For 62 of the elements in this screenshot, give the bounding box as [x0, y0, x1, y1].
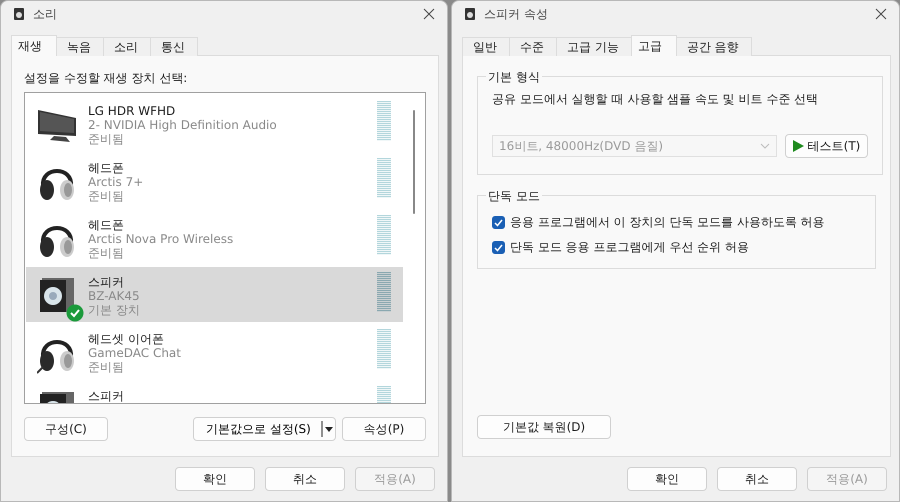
device-status: 준비됨 [88, 246, 125, 260]
device-detail: Arctis Nova Pro Wireless [88, 232, 234, 246]
checkbox-label: 응용 프로그램에서 이 장치의 단독 모드를 사용하도록 허용 [510, 214, 825, 231]
group-legend: 기본 형식 [486, 69, 542, 86]
device-row[interactable]: 스피커 BZ-AK45 기본 장치 [26, 267, 403, 322]
tab[interactable]: 소리 [103, 37, 151, 56]
group-legend: 단독 모드 [486, 188, 542, 205]
level-meter-icon [377, 158, 391, 198]
device-row[interactable]: 헤드폰 Arctis 7+ 준비됨 [26, 153, 403, 208]
level-meter-icon [377, 215, 391, 255]
device-row[interactable]: 헤드셋 이어폰 GameDAC Chat 준비됨 [26, 324, 403, 379]
device-detail: Arctis 7+ [88, 175, 144, 189]
tab[interactable]: 재생 [11, 35, 57, 56]
window-title: 스피커 속성 [484, 6, 549, 22]
device-status: 준비됨 [88, 360, 125, 374]
tab[interactable]: 녹음 [56, 37, 104, 56]
device-name: 헤드폰 [88, 161, 125, 175]
properties-button[interactable]: 속성(P) [342, 417, 426, 441]
close-icon[interactable] [423, 8, 435, 20]
close-icon[interactable] [875, 8, 887, 20]
checkbox[interactable] [492, 241, 505, 254]
restore-defaults-button[interactable]: 기본값 복원(D) [477, 415, 611, 439]
play-icon [792, 140, 804, 152]
test-button[interactable]: 테스트(T) [785, 134, 868, 158]
dialog-button[interactable]: 확인 [627, 467, 707, 491]
tab[interactable]: 통신 [150, 37, 198, 56]
checkbox-label: 단독 모드 응용 프로그램에게 우선 순위 허용 [510, 239, 749, 256]
tab[interactable]: 일반 [462, 37, 510, 56]
level-meter-icon [377, 272, 391, 312]
device-name: LG HDR WFHD [88, 104, 176, 118]
tab[interactable]: 공간 음향 [676, 37, 752, 56]
device-name: 헤드폰 [88, 218, 125, 232]
device-name: 스피커 [88, 389, 125, 403]
prompt-label: 설정을 수정할 재생 장치 선택: [24, 70, 188, 84]
device-status: 준비됨 [88, 132, 125, 146]
window-title: 소리 [33, 6, 58, 22]
device-detail: BZ-AK45 [88, 289, 141, 303]
description-text: 공유 모드에서 실행할 때 사용할 샘플 속도 및 비트 수준 선택 [492, 91, 820, 108]
device-row[interactable]: LG HDR WFHD 2- NVIDIA High Definition Audio 준비됨 [26, 96, 403, 151]
tab[interactable]: 수준 [509, 37, 557, 56]
checkbox[interactable] [492, 216, 505, 229]
tab[interactable]: 고급 기능 [556, 37, 632, 56]
level-meter-icon [377, 329, 391, 369]
speaker-icon [13, 7, 25, 21]
device-row[interactable]: 헤드폰 Arctis Nova Pro Wireless 준비됨 [26, 210, 403, 265]
dialog-button[interactable]: 취소 [717, 467, 797, 491]
device-detail: 2- NVIDIA High Definition Audio [88, 118, 278, 132]
device-name: 스피커 [88, 275, 125, 289]
speaker-icon [464, 7, 476, 21]
chevron-icon [760, 143, 770, 149]
device-name: 헤드셋 이어폰 [88, 332, 165, 346]
device-detail: GameDAC Chat [88, 346, 182, 360]
tab[interactable]: 고급 [630, 35, 677, 56]
device-status: 기본 장치 [88, 303, 141, 317]
caret-icon [321, 418, 335, 440]
device-status: 준비됨 [88, 189, 125, 203]
scrollbar-thumb[interactable] [413, 110, 415, 214]
level-meter-icon [377, 101, 391, 141]
dialog-button[interactable]: 취소 [265, 467, 345, 491]
set-default-button[interactable]: 기본값으로 설정(S) [193, 417, 336, 441]
configure-button[interactable]: 구성(C) [24, 417, 108, 441]
dialog-button[interactable]: 확인 [175, 467, 255, 491]
